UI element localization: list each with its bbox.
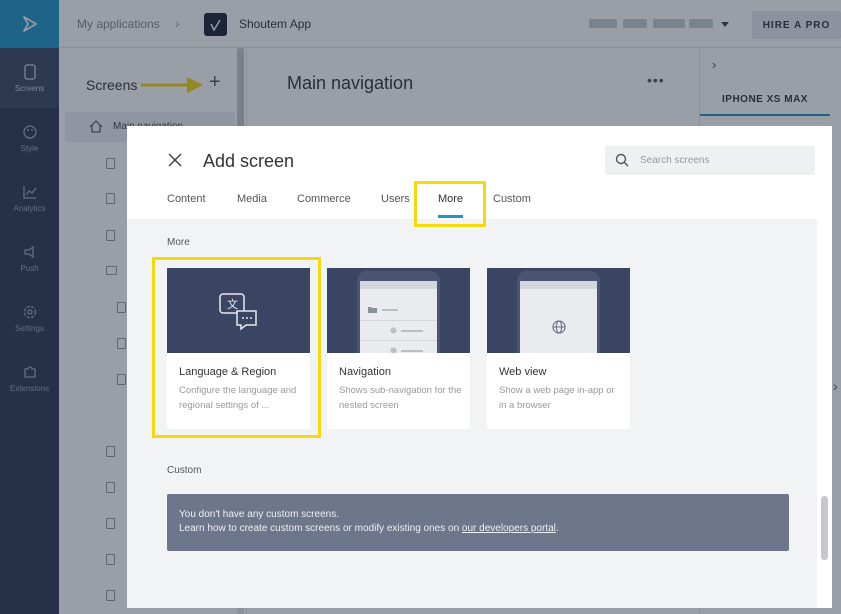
- info-text-line2: Learn how to create custom screens or mo…: [179, 522, 559, 536]
- custom-screens-info: You don't have any custom screens. Learn…: [167, 494, 789, 551]
- phone-status-bar: [520, 281, 597, 289]
- scrollbar-thumb[interactable]: [821, 496, 828, 560]
- card-highlight-box: [152, 257, 321, 438]
- screen-card-web-view[interactable]: Web view Show a web page in-app or in a …: [487, 268, 630, 429]
- search-icon: [615, 153, 629, 167]
- tab-media[interactable]: Media: [237, 193, 267, 205]
- tab-commerce[interactable]: Commerce: [297, 193, 351, 205]
- nav-separator: [360, 340, 437, 341]
- tab-custom[interactable]: Custom: [493, 193, 531, 205]
- card-description: Show a web page in-app or in a browser: [499, 385, 615, 411]
- nav-line: [401, 330, 423, 332]
- add-screen-modal: Add screen Content Media Commerce Users …: [127, 126, 832, 608]
- folder-icon: [368, 307, 377, 313]
- globe-icon: [552, 320, 566, 334]
- card-title: Navigation: [339, 366, 391, 378]
- modal-header: Add screen Content Media Commerce Users …: [127, 126, 832, 227]
- card-description: Shows sub-navigation for the nested scre…: [339, 385, 462, 411]
- section-title-more: More: [167, 237, 190, 248]
- nav-line: [382, 309, 398, 311]
- phone-screen: [360, 289, 437, 353]
- list-dot-icon: [390, 327, 397, 334]
- search-screens-input[interactable]: [640, 152, 805, 168]
- tab-users[interactable]: Users: [381, 193, 410, 205]
- info-text-line1: You don't have any custom screens.: [179, 509, 339, 520]
- list-dot-icon: [390, 347, 397, 353]
- search-box[interactable]: [605, 146, 815, 175]
- card-thumbnail: [487, 268, 630, 353]
- info-text: Learn how to create custom screens or mo…: [179, 523, 462, 534]
- modal-title: Add screen: [203, 151, 295, 171]
- tab-highlight-box: [414, 181, 486, 227]
- card-title: Web view: [499, 366, 547, 378]
- phone-status-bar: [360, 281, 437, 289]
- modal-scrollbar[interactable]: [817, 219, 832, 608]
- developers-portal-link[interactable]: our developers portal: [462, 523, 556, 534]
- nav-separator: [360, 320, 437, 321]
- close-icon[interactable]: [168, 153, 182, 167]
- card-thumbnail: [327, 268, 470, 353]
- screen-card-navigation[interactable]: Navigation Shows sub-navigation for the …: [327, 268, 470, 429]
- section-title-custom: Custom: [167, 465, 202, 476]
- info-text-end: .: [555, 523, 559, 534]
- nav-line: [401, 350, 423, 352]
- tab-content[interactable]: Content: [167, 193, 206, 205]
